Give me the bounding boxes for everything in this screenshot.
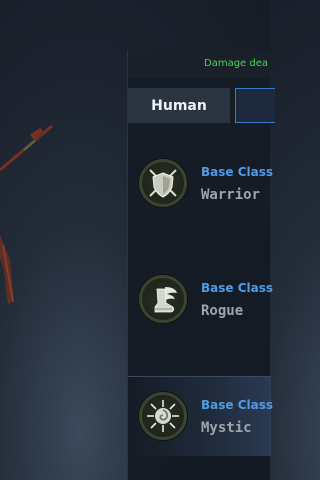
class-kicker: Base Class: [201, 398, 274, 412]
tab-second-race[interactable]: [235, 88, 275, 123]
class-option-rogue[interactable]: Base Class Rogue: [128, 260, 274, 340]
tab-human[interactable]: Human: [128, 88, 230, 123]
weapon-staff-art: [0, 124, 53, 305]
class-select-panel: Damage dea Human Base Class Warrior Base…: [127, 50, 275, 480]
mystic-emblem: [139, 392, 187, 440]
rogue-emblem: [139, 275, 187, 323]
class-option-mystic[interactable]: Base Class Mystic: [128, 376, 274, 456]
tab-human-label: Human: [151, 97, 207, 114]
shield-swords-icon: [149, 169, 177, 198]
warrior-emblem: [139, 159, 187, 207]
class-option-warrior[interactable]: Base Class Warrior: [128, 144, 274, 224]
panel-header: Damage dea: [128, 50, 271, 78]
class-kicker: Base Class: [201, 165, 274, 179]
winged-boot-icon: [154, 287, 177, 313]
sun-spiral-icon: [147, 400, 179, 432]
class-kicker: Base Class: [201, 281, 274, 295]
class-name: Warrior: [201, 187, 261, 203]
damage-dealt-label: Damage dea: [204, 58, 269, 69]
class-name: Mystic: [201, 420, 252, 436]
class-name: Rogue: [201, 303, 244, 319]
